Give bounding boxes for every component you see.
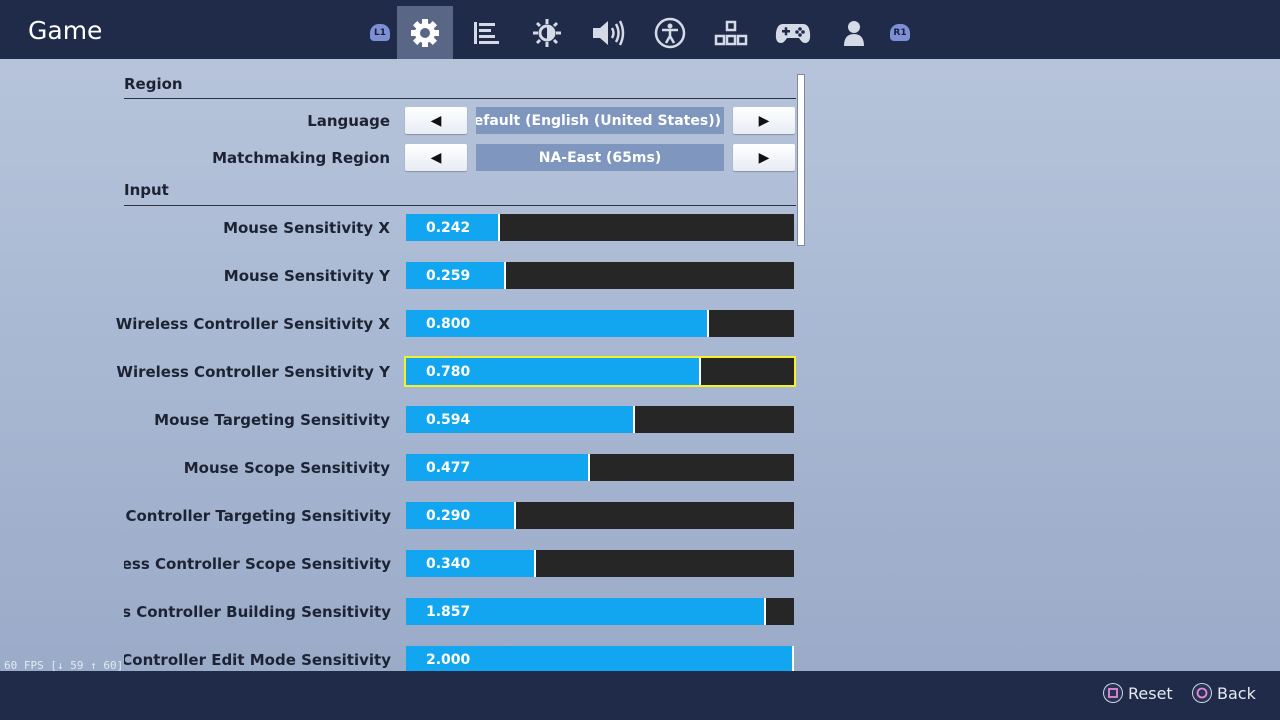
slider-label: Wireless Controller Building Sensitivity bbox=[124, 603, 391, 621]
sensitivity-slider[interactable]: 0.242 bbox=[406, 214, 794, 241]
slider-value: 0.340 bbox=[426, 555, 471, 572]
slider-value: 0.477 bbox=[426, 459, 471, 476]
slider-handle[interactable] bbox=[588, 454, 590, 481]
slider-label: Mouse Scope Sensitivity bbox=[183, 459, 390, 477]
language-prev-button[interactable]: ◀ bbox=[405, 107, 467, 134]
slider-label: Wireless Controller Sensitivity X bbox=[115, 315, 390, 333]
section-input-title: Input bbox=[124, 181, 169, 199]
language-next-button[interactable]: ▶ bbox=[733, 107, 795, 134]
bottom-bar bbox=[0, 671, 1280, 720]
scrollbar[interactable] bbox=[797, 74, 805, 246]
arrow-right-icon: ▶ bbox=[758, 149, 770, 166]
sensitivity-slider[interactable]: 1.857 bbox=[406, 598, 794, 625]
slider-handle[interactable] bbox=[498, 214, 500, 241]
slider-handle[interactable] bbox=[633, 406, 635, 433]
tab-controller[interactable] bbox=[765, 6, 821, 59]
gamepad-icon bbox=[775, 23, 811, 43]
slider-value: 0.242 bbox=[426, 219, 471, 236]
section-region-title: Region bbox=[124, 75, 183, 93]
section-region-divider bbox=[124, 98, 796, 99]
slider-value: 1.857 bbox=[426, 603, 471, 620]
slider-label: Wireless Controller Edit Mode Sensitivit… bbox=[124, 651, 391, 669]
slider-handle[interactable] bbox=[792, 646, 794, 671]
section-input-divider bbox=[124, 205, 796, 206]
reset-button[interactable]: Reset bbox=[1103, 682, 1173, 704]
slider-label: Wireless Controller Sensitivity Y bbox=[116, 363, 390, 381]
r1-shoulder-icon[interactable]: R1 bbox=[890, 24, 910, 41]
slider-handle[interactable] bbox=[707, 310, 709, 337]
slider-value: 2.000 bbox=[426, 651, 471, 668]
matchmaking-next-button[interactable]: ▶ bbox=[733, 144, 795, 171]
slider-handle[interactable] bbox=[764, 598, 766, 625]
sensitivity-slider[interactable]: 0.259 bbox=[406, 262, 794, 289]
person-icon bbox=[844, 20, 864, 46]
language-label: Language bbox=[307, 112, 390, 130]
tab-audio[interactable] bbox=[580, 6, 636, 59]
tab-brightness[interactable] bbox=[519, 6, 575, 59]
video-list-icon bbox=[474, 21, 499, 44]
settings-content: Region Language ◀ n Default (English (Un… bbox=[0, 59, 1280, 671]
slider-value: 0.290 bbox=[426, 507, 471, 524]
square-button-icon bbox=[1103, 683, 1123, 703]
tab-input[interactable] bbox=[703, 6, 759, 59]
arrow-left-icon: ◀ bbox=[430, 112, 442, 129]
tab-video[interactable] bbox=[458, 6, 514, 59]
arrow-left-icon: ◀ bbox=[430, 149, 442, 166]
key-layout-icon bbox=[714, 20, 748, 45]
matchmaking-region-label: Matchmaking Region bbox=[212, 149, 390, 167]
sensitivity-slider[interactable]: 0.800 bbox=[406, 310, 794, 337]
sensitivity-slider[interactable]: 0.780 bbox=[404, 356, 796, 387]
top-bar bbox=[0, 0, 1280, 59]
sensitivity-slider[interactable]: 2.000 bbox=[406, 646, 794, 671]
sensitivity-slider[interactable]: 0.290 bbox=[406, 502, 794, 529]
arrow-right-icon: ▶ bbox=[758, 112, 770, 129]
back-label: Back bbox=[1217, 683, 1256, 703]
language-value: n Default (English (United States)) bbox=[476, 107, 724, 134]
slider-value: 0.800 bbox=[426, 315, 471, 332]
slider-handle[interactable] bbox=[534, 550, 536, 577]
circle-button-icon bbox=[1192, 683, 1212, 703]
slider-handle[interactable] bbox=[514, 502, 516, 529]
slider-label: Mouse Sensitivity X bbox=[223, 219, 390, 237]
back-button[interactable]: Back bbox=[1192, 682, 1256, 704]
slider-handle[interactable] bbox=[504, 262, 506, 289]
page-title: Game bbox=[28, 16, 103, 45]
slider-label: Mouse Sensitivity Y bbox=[223, 267, 390, 285]
slider-value: 0.780 bbox=[426, 363, 471, 380]
reset-label: Reset bbox=[1128, 683, 1173, 703]
slider-handle[interactable] bbox=[699, 358, 701, 385]
slider-value: 0.594 bbox=[426, 411, 471, 428]
gear-icon bbox=[411, 18, 439, 47]
matchmaking-prev-button[interactable]: ◀ bbox=[405, 144, 467, 171]
tab-game[interactable] bbox=[397, 6, 453, 59]
speaker-icon bbox=[593, 19, 625, 46]
brightness-icon bbox=[533, 18, 561, 47]
slider-label: Wireless Controller Scope Sensitivity bbox=[124, 555, 391, 573]
tab-account[interactable] bbox=[826, 6, 882, 59]
sensitivity-slider[interactable]: 0.594 bbox=[406, 406, 794, 433]
slider-label: Wireless Controller Targeting Sensitivit… bbox=[124, 507, 391, 525]
tab-accessibility[interactable] bbox=[642, 6, 698, 59]
slider-label: Mouse Targeting Sensitivity bbox=[154, 411, 390, 429]
matchmaking-region-value: NA-East (65ms) bbox=[476, 144, 724, 171]
sensitivity-slider[interactable]: 0.340 bbox=[406, 550, 794, 577]
slider-value: 0.259 bbox=[426, 267, 471, 284]
l1-shoulder-icon[interactable]: L1 bbox=[370, 24, 390, 41]
sensitivity-slider[interactable]: 0.477 bbox=[406, 454, 794, 481]
accessibility-icon bbox=[654, 17, 686, 48]
